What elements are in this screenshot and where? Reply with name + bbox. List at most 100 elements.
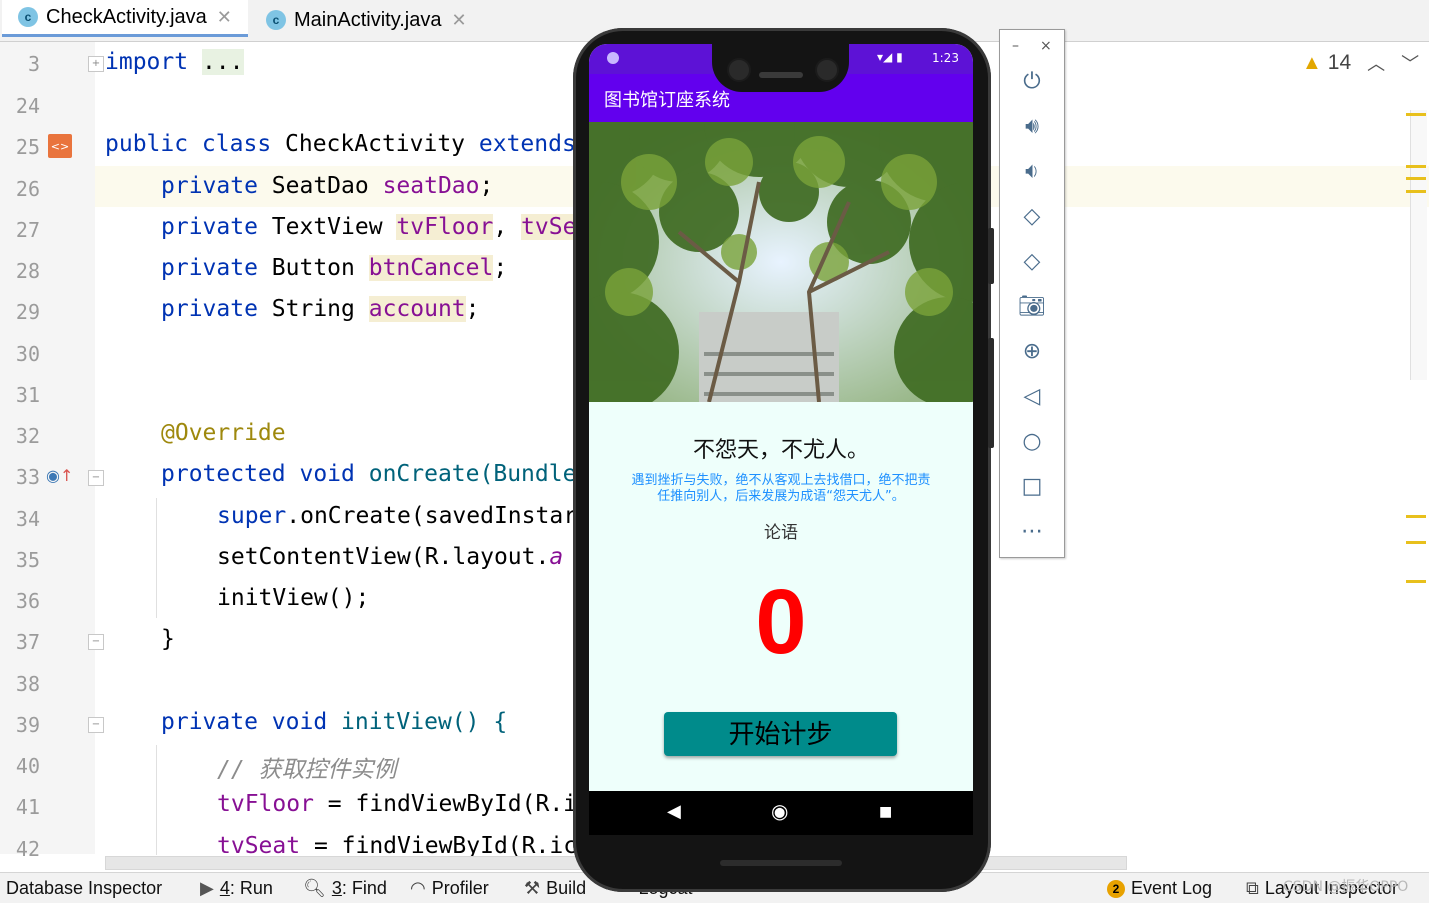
start-counting-button[interactable]: 开始计步 [664, 712, 897, 756]
field-name: account [368, 296, 466, 322]
power-icon[interactable]: ⏻ [1012, 63, 1052, 99]
warning-marker[interactable] [1406, 541, 1426, 544]
volume-up-icon[interactable]: 🔊︎ [1012, 108, 1052, 144]
fold-icon[interactable]: + [88, 56, 104, 72]
line-number: 41 [15, 795, 40, 819]
profiler-gauge-icon: ◠ [410, 878, 426, 898]
override-method-icon[interactable]: ◉↑ [46, 466, 73, 485]
code-line-3[interactable]: import ... [105, 49, 244, 75]
code-line-33[interactable]: protected void onCreate(Bundle [161, 461, 576, 487]
profiler-button[interactable]: ◠ Profiler [410, 878, 489, 899]
run-icon: ▶ [200, 878, 214, 898]
type-name: SeatDao [271, 173, 383, 199]
method-call: = findViewById(R.i [313, 791, 578, 817]
fold-icon[interactable]: − [88, 717, 104, 733]
code-line-25[interactable]: public class CheckActivity extends [105, 131, 576, 157]
code-line-28[interactable]: private Button btnCancel; [161, 255, 507, 281]
layout-file-icon[interactable]: <> [48, 134, 72, 158]
line-number: 40 [15, 754, 40, 778]
warning-marker[interactable] [1406, 113, 1426, 116]
code-line-26[interactable]: private SeatDao seatDao; [161, 173, 493, 199]
watermark: CSDN @振华OPPO [1283, 879, 1409, 895]
zoom-icon[interactable]: ⊕ [1012, 333, 1052, 369]
more-icon[interactable]: ⋯ [1012, 513, 1052, 549]
warning-marker[interactable] [1406, 515, 1426, 518]
type-name: Button [271, 255, 369, 281]
rotate-left-icon[interactable]: ◇ [1012, 198, 1052, 234]
warning-marker[interactable] [1406, 580, 1426, 583]
find-button[interactable]: 🔍︎ 3: Find [303, 878, 387, 899]
quote-explanation-line: 遇到挫折与失败，绝不从客观上去找借口，绝不把责 [631, 473, 931, 488]
back-icon[interactable]: ◁ [1012, 378, 1052, 414]
tab-checkactivity[interactable]: c CheckActivity.java ✕ [2, 0, 248, 37]
field-name: tvFloor [217, 791, 314, 817]
quote-source: 论语 [764, 523, 798, 543]
earpiece-speaker [759, 72, 803, 78]
line-number: 28 [15, 259, 40, 283]
warning-triangle-icon: ▲ [1302, 51, 1322, 74]
line-number: 24 [15, 94, 40, 118]
code-line-35[interactable]: setContentView(R.layout.a [217, 544, 563, 570]
indent-guide [156, 745, 157, 855]
chevron-down-icon[interactable]: ﹀ [1401, 50, 1419, 76]
chevron-up-icon[interactable]: ︿ [1367, 50, 1385, 76]
code-line-32[interactable]: @Override [161, 420, 286, 446]
shortcut-number: 4 [219, 878, 230, 898]
search-icon: 🔍︎ [303, 878, 326, 898]
tab-mainactivity[interactable]: c MainActivity.java ✕ [264, 0, 484, 40]
fold-icon[interactable]: − [88, 634, 104, 650]
tab-label: MainActivity.java [294, 8, 442, 31]
close-tab-icon[interactable]: ✕ [451, 10, 466, 31]
line-number: 30 [15, 342, 40, 366]
nav-home-icon[interactable]: ◉ [771, 799, 788, 823]
field-name: btnCancel [368, 255, 494, 281]
code-line-39[interactable]: private void initView() { [161, 709, 507, 735]
database-inspector-button[interactable]: Database Inspector [6, 878, 162, 899]
close-button[interactable]: × [1040, 38, 1052, 54]
rotate-right-icon[interactable]: ◇ [1012, 243, 1052, 279]
method-call: setContentView(R.layout. [217, 544, 550, 570]
keyword: private [161, 296, 272, 322]
volume-side-button[interactable] [988, 338, 994, 448]
keyword: extends [478, 131, 576, 157]
volume-down-icon[interactable]: 🔉︎ [1012, 153, 1052, 189]
code-line-40[interactable]: // 获取控件实例 [217, 750, 397, 784]
type-name: String [271, 296, 369, 322]
code-line-36[interactable]: initView(); [217, 585, 369, 611]
code-line-41[interactable]: tvFloor = findViewById(R.i [217, 791, 577, 817]
inspection-widget[interactable]: ▲ 14 ︿ ﹀ [1302, 50, 1419, 76]
code-line-34[interactable]: super.onCreate(savedInstar [217, 503, 577, 529]
code-line-27[interactable]: private TextView tvFloor, tvSe [161, 214, 577, 240]
run-button[interactable]: ▶ 4: Run [200, 878, 273, 899]
folded-imports[interactable]: ... [201, 49, 244, 75]
power-side-button[interactable] [988, 228, 994, 284]
code-line-37[interactable]: } [161, 626, 175, 652]
line-number: 31 [15, 383, 40, 407]
warning-marker[interactable] [1406, 165, 1426, 168]
build-button[interactable]: ⚒ Build [524, 878, 586, 899]
warning-count: 14 [1327, 51, 1352, 74]
overview-icon[interactable]: □ [1012, 468, 1052, 504]
fold-icon[interactable]: − [88, 470, 104, 486]
close-tab-icon[interactable]: ✕ [217, 7, 232, 28]
tree-image [589, 122, 973, 402]
home-icon[interactable]: ○ [1012, 423, 1052, 459]
hammer-icon: ⚒ [524, 878, 541, 898]
warning-marker[interactable] [1406, 177, 1426, 180]
camera-icon[interactable]: 📷︎ [1012, 288, 1052, 324]
notification-dot-icon [607, 52, 619, 64]
nav-back-icon[interactable]: ◀ [667, 801, 681, 822]
keyword: super [217, 503, 287, 529]
class-icon: c [266, 10, 286, 30]
warning-marker[interactable] [1406, 190, 1426, 193]
punctuation: ; [493, 255, 508, 281]
class-icon: c [18, 7, 38, 27]
button-label: Database Inspector [6, 878, 163, 898]
vertical-scrollbar[interactable] [1410, 110, 1427, 380]
status-time: 1:23 [932, 51, 959, 65]
code-line-29[interactable]: private String account; [161, 296, 480, 322]
punctuation: , [493, 214, 522, 240]
event-log-button[interactable]: 2 Event Log [1107, 878, 1212, 899]
nav-recents-icon[interactable]: ■ [879, 804, 892, 820]
minimize-button[interactable]: – [1012, 38, 1019, 54]
